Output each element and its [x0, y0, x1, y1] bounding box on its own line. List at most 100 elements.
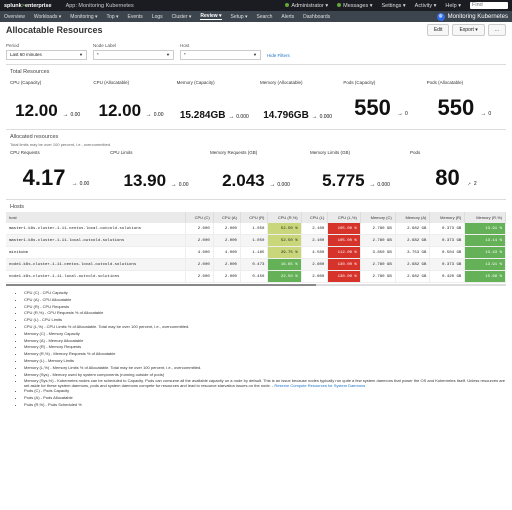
nav-logs[interactable]: Logs [152, 14, 163, 20]
single-value-pods-capacity[interactable]: Pods (Capacity) 550 → 0 [339, 77, 422, 129]
nav-overview[interactable]: Overview [4, 14, 25, 20]
table-cell: 1.185 [240, 246, 269, 259]
app-menu[interactable]: App: Monitoring Kubernetes [66, 3, 134, 9]
table-cell: 0.373 GB [429, 258, 466, 271]
table-row[interactable]: master1.k8s-cluster-1-11.local.outcold.s… [6, 234, 506, 247]
column-header[interactable]: CPU (L) [301, 212, 329, 223]
host-select[interactable]: * ▼ [180, 50, 261, 60]
column-header[interactable]: host [6, 212, 187, 223]
column-header[interactable]: CPU (L,%) [327, 212, 361, 223]
table-cell: 13.14 % [464, 234, 506, 247]
single-value-memory-capacity[interactable]: Memory (Capacity) 15.284GB → 0.000 [173, 77, 256, 129]
admin-menu[interactable]: Administrator ▾ [285, 2, 328, 9]
nav-alerts[interactable]: Alerts [281, 14, 294, 20]
table-row[interactable]: master1.k8s-cluster-1-11.centos.local.ou… [6, 223, 506, 235]
table-cell: 1.050 [240, 234, 269, 247]
table-cell: node1.k8s-cluster-1-11.centos.local.outc… [6, 258, 187, 271]
table-cell: 3.850 GB [360, 246, 396, 259]
table-row[interactable]: minikube 4.000 4.000 1.185 29.75 % 4.500… [6, 246, 506, 259]
edit-button[interactable]: Edit [426, 24, 450, 36]
table-row[interactable]: node1.k8s-cluster-1-11.local.outcold.sol… [6, 270, 506, 283]
single-value: 13.90 [123, 171, 167, 190]
single-value: 14.796GB [263, 110, 309, 121]
arrow-right-icon: → [71, 181, 78, 187]
node-label-select[interactable]: * ▼ [93, 50, 174, 60]
table-cell: 2.780 GB [360, 270, 396, 283]
list-item: CPU (R) - CPU Requests [24, 304, 506, 311]
single-value-memory-allocatable[interactable]: Memory (Allocatable) 14.796GB → 0.000 [256, 77, 339, 129]
list-item: Memory (Sys,%) - Kubernetes nodes can be… [24, 378, 506, 388]
splunk-logo[interactable]: splunk>enterprise [4, 3, 52, 9]
single-value-cpu-limits[interactable]: CPU Limits 13.90 → 0.00 [106, 147, 206, 199]
single-value-pods[interactable]: Pods 80 →2 [406, 147, 506, 199]
single-value-delta: 0.000 [377, 182, 390, 188]
table-cell: 105.00 % [327, 234, 361, 247]
single-value-label: CPU (Allocatable) [93, 80, 130, 85]
table-header-row: host CPU (C) CPU (A) CPU (R) CPU (R,%) C… [6, 212, 506, 223]
column-header[interactable]: CPU (A) [213, 212, 241, 223]
nav-dashboards[interactable]: Dashboards [303, 14, 330, 20]
table-cell: master1.k8s-cluster-1-11.centos.local.ou… [6, 223, 187, 235]
scrollbar-thumb[interactable] [6, 284, 316, 286]
single-value-cpu-allocatable[interactable]: CPU (Allocatable) 12.00 → 0.00 [89, 77, 172, 129]
arrow-right-icon: → [311, 114, 318, 120]
export-button[interactable]: Export ▾ [452, 24, 485, 36]
single-value: 550 [354, 95, 391, 120]
column-header[interactable]: CPU (R) [240, 212, 269, 223]
column-header[interactable]: CPU (C) [185, 212, 214, 223]
table-cell: 15.66 % [464, 270, 506, 283]
single-value-delta: 0.00 [79, 181, 90, 187]
single-value-cpu-requests[interactable]: CPU Requests 4.17 → 0.00 [6, 147, 106, 199]
list-item: Memory (R,%) - Memory Requests % of Allo… [24, 351, 506, 358]
table-cell: minikube [6, 246, 187, 259]
nav-cluster[interactable]: Cluster ▾ [172, 14, 192, 20]
nav-monitoring[interactable]: Monitoring ▾ [70, 14, 97, 20]
single-value-label: CPU (Capacity) [10, 80, 42, 85]
nav-review[interactable]: Review ▾ [200, 13, 222, 20]
single-value-memory-requests[interactable]: Memory Requests (GB) 2.043 → 0.000 [206, 147, 306, 199]
activity-menu[interactable]: Activity ▾ [415, 3, 437, 9]
nav-search[interactable]: Search [257, 14, 273, 20]
single-value-memory-limits[interactable]: Memory Limits (GB) 5.775 → 0.000 [306, 147, 406, 199]
table-cell: 4.500 [301, 246, 329, 259]
single-value-cpu-capacity[interactable]: CPU (Capacity) 12.00 → 0.00 [6, 77, 89, 129]
hide-filters-link[interactable]: Hide Filters [267, 53, 290, 58]
table-cell: 52.50 % [267, 223, 302, 235]
table-cell: 130.00 % [327, 270, 361, 283]
column-header[interactable]: Memory (R,%) [464, 212, 506, 223]
nav-top[interactable]: Top ▾ [107, 14, 119, 20]
single-value-label: Pods [410, 150, 421, 155]
column-header[interactable]: Memory (R) [429, 212, 466, 223]
single-value-pods-allocatable[interactable]: Pods (Allocatable) 550 → 0 [423, 77, 506, 129]
table-cell: 2.100 [301, 234, 329, 247]
table-cell: 2.100 [301, 223, 329, 235]
help-menu[interactable]: Help ▾ [445, 3, 461, 9]
table-cell: 2.682 GB [395, 258, 431, 271]
panel-title: Allocated resources [10, 134, 59, 140]
nav-events[interactable]: Events [128, 14, 143, 20]
period-select[interactable]: Last 60 minutes ▼ [6, 50, 87, 60]
reserve-compute-link[interactable]: Reserve Compute Resources for System Dae… [274, 383, 365, 388]
table-cell: 0.373 GB [429, 234, 466, 247]
column-header[interactable]: Memory (A) [395, 212, 431, 223]
settings-menu[interactable]: Settings ▾ [382, 3, 406, 9]
column-header[interactable]: Memory (C) [360, 212, 396, 223]
column-header[interactable]: CPU (R,%) [267, 212, 302, 223]
list-item: CPU (R,%) - CPU Requests % of Allocatabl… [24, 310, 506, 317]
arrow-right-icon: → [480, 111, 487, 117]
horizontal-scrollbar[interactable] [6, 284, 506, 286]
list-item: Memory (C) - Memory Capacity [24, 331, 506, 338]
period-label: Period [6, 43, 20, 48]
table-cell: 52.50 % [267, 234, 302, 247]
nav-workloads[interactable]: Workloads ▾ [34, 14, 61, 20]
table-row[interactable]: node1.k8s-cluster-1-11.centos.local.outc… [6, 258, 506, 271]
messages-menu[interactable]: Messages ▾ [337, 2, 373, 9]
nav-setup[interactable]: Setup ▾ [231, 14, 248, 20]
table-cell: 0.450 [240, 270, 269, 283]
top-bar: splunk>enterprise App: Monitoring Kubern… [0, 0, 512, 11]
more-button[interactable]: ... [487, 24, 506, 36]
table-cell: 2.682 GB [395, 234, 431, 247]
find-input[interactable]: Find [470, 2, 508, 9]
table-cell: 13.91 % [464, 258, 506, 271]
arrow-right-icon: → [62, 112, 69, 118]
